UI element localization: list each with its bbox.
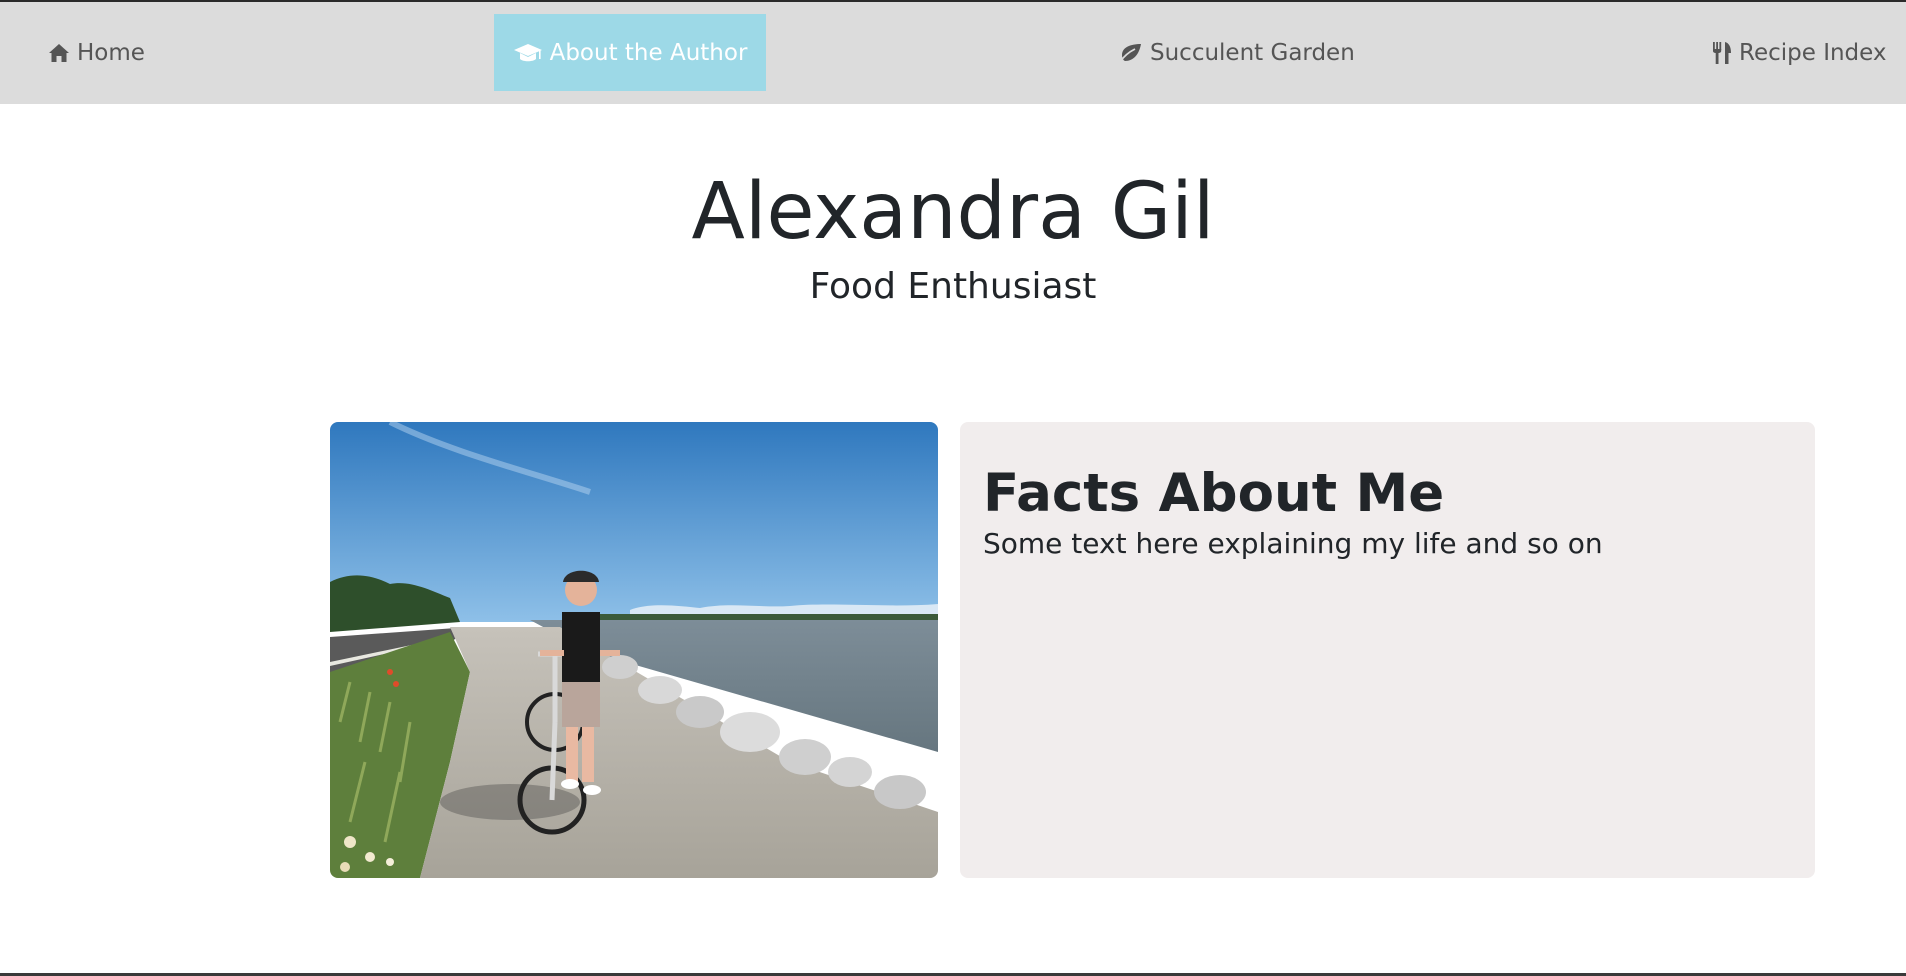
- facts-card: Facts About Me Some text here explaining…: [960, 422, 1815, 878]
- home-icon: [48, 43, 70, 63]
- author-name-heading: Alexandra Gil: [691, 167, 1215, 257]
- nav-item-about-the-author[interactable]: About the Author: [494, 14, 766, 91]
- author-photo: [330, 422, 938, 878]
- top-navbar: Home About the Author Succulent Garden R…: [0, 2, 1906, 104]
- nav-item-label: Succulent Garden: [1150, 39, 1355, 66]
- nav-item-label: Recipe Index: [1739, 39, 1887, 66]
- author-role-subtitle: Food Enthusiast: [809, 266, 1097, 307]
- nav-item-recipe-index[interactable]: Recipe Index: [1712, 14, 1887, 91]
- leaf-icon: [1119, 43, 1143, 63]
- nav-item-home[interactable]: Home: [48, 14, 145, 91]
- nav-item-label: Home: [77, 39, 145, 66]
- nav-item-label: About the Author: [549, 39, 748, 66]
- facts-title: Facts About Me: [983, 463, 1445, 524]
- utensils-icon: [1712, 41, 1732, 65]
- nav-item-succulent-garden[interactable]: Succulent Garden: [1119, 14, 1355, 91]
- graduation-cap-icon: [513, 42, 543, 64]
- facts-text: Some text here explaining my life and so…: [983, 526, 1603, 560]
